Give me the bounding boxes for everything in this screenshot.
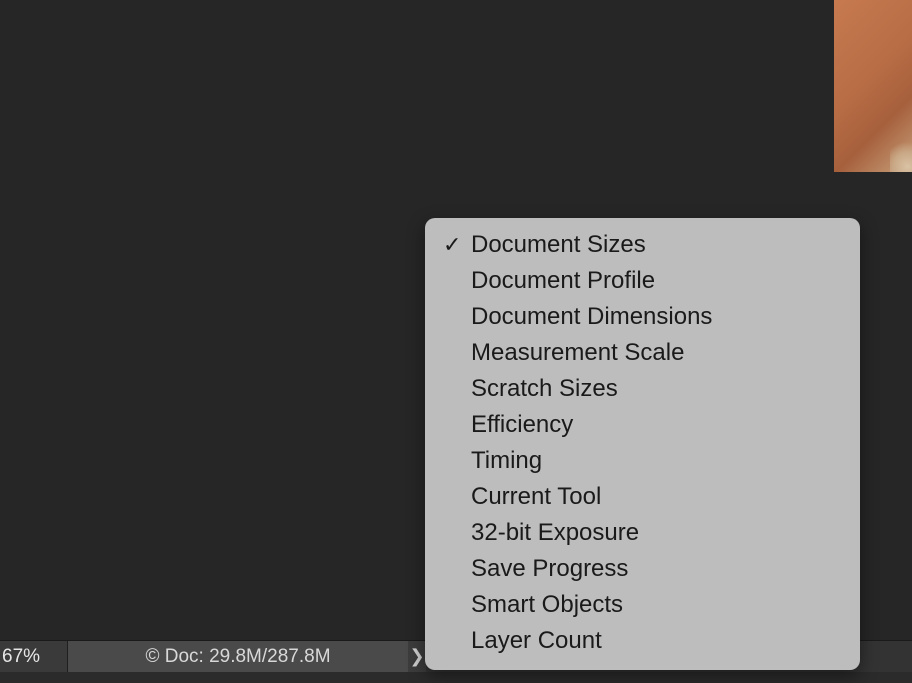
- menu-item-label: Layer Count: [471, 627, 602, 654]
- menu-item-save-progress[interactable]: Save Progress: [425, 551, 860, 587]
- status-info-menu-arrow-icon[interactable]: ❯: [408, 641, 426, 672]
- menu-item-label: Smart Objects: [471, 591, 624, 618]
- menu-item-document-profile[interactable]: Document Profile: [425, 263, 860, 299]
- document-image[interactable]: [834, 0, 912, 172]
- document-info-display[interactable]: © Doc: 29.8M/287.8M: [68, 641, 408, 672]
- menu-item-document-dimensions[interactable]: Document Dimensions: [425, 299, 860, 335]
- menu-item-timing[interactable]: Timing: [425, 443, 860, 479]
- menu-item-label: Timing: [471, 447, 543, 474]
- zoom-level-field[interactable]: 67%: [0, 641, 68, 672]
- menu-item-label: Measurement Scale: [471, 339, 685, 366]
- menu-item-label: Save Progress: [471, 555, 629, 582]
- menu-item-efficiency[interactable]: Efficiency: [425, 407, 860, 443]
- checkmark-icon: ✓: [443, 232, 462, 257]
- menu-item-label: Document Profile: [471, 267, 656, 294]
- menu-item-measurement-scale[interactable]: Measurement Scale: [425, 335, 860, 371]
- menu-item-layer-count[interactable]: Layer Count: [425, 623, 860, 659]
- menu-item-smart-objects[interactable]: Smart Objects: [425, 587, 860, 623]
- image-highlight: [890, 136, 912, 172]
- menu-item-label: Current Tool: [471, 483, 602, 510]
- status-info-popup-menu: ✓ Document Sizes Document Profile Docume…: [425, 218, 860, 670]
- menu-item-label: Efficiency: [471, 411, 574, 438]
- menu-item-label: Document Sizes: [471, 231, 646, 258]
- menu-item-label: Document Dimensions: [471, 303, 713, 330]
- menu-item-label: 32-bit Exposure: [471, 519, 640, 546]
- menu-item-current-tool[interactable]: Current Tool: [425, 479, 860, 515]
- menu-item-scratch-sizes[interactable]: Scratch Sizes: [425, 371, 860, 407]
- menu-item-32-bit-exposure[interactable]: 32-bit Exposure: [425, 515, 860, 551]
- menu-item-label: Scratch Sizes: [471, 375, 618, 402]
- menu-item-document-sizes[interactable]: ✓ Document Sizes: [425, 227, 860, 263]
